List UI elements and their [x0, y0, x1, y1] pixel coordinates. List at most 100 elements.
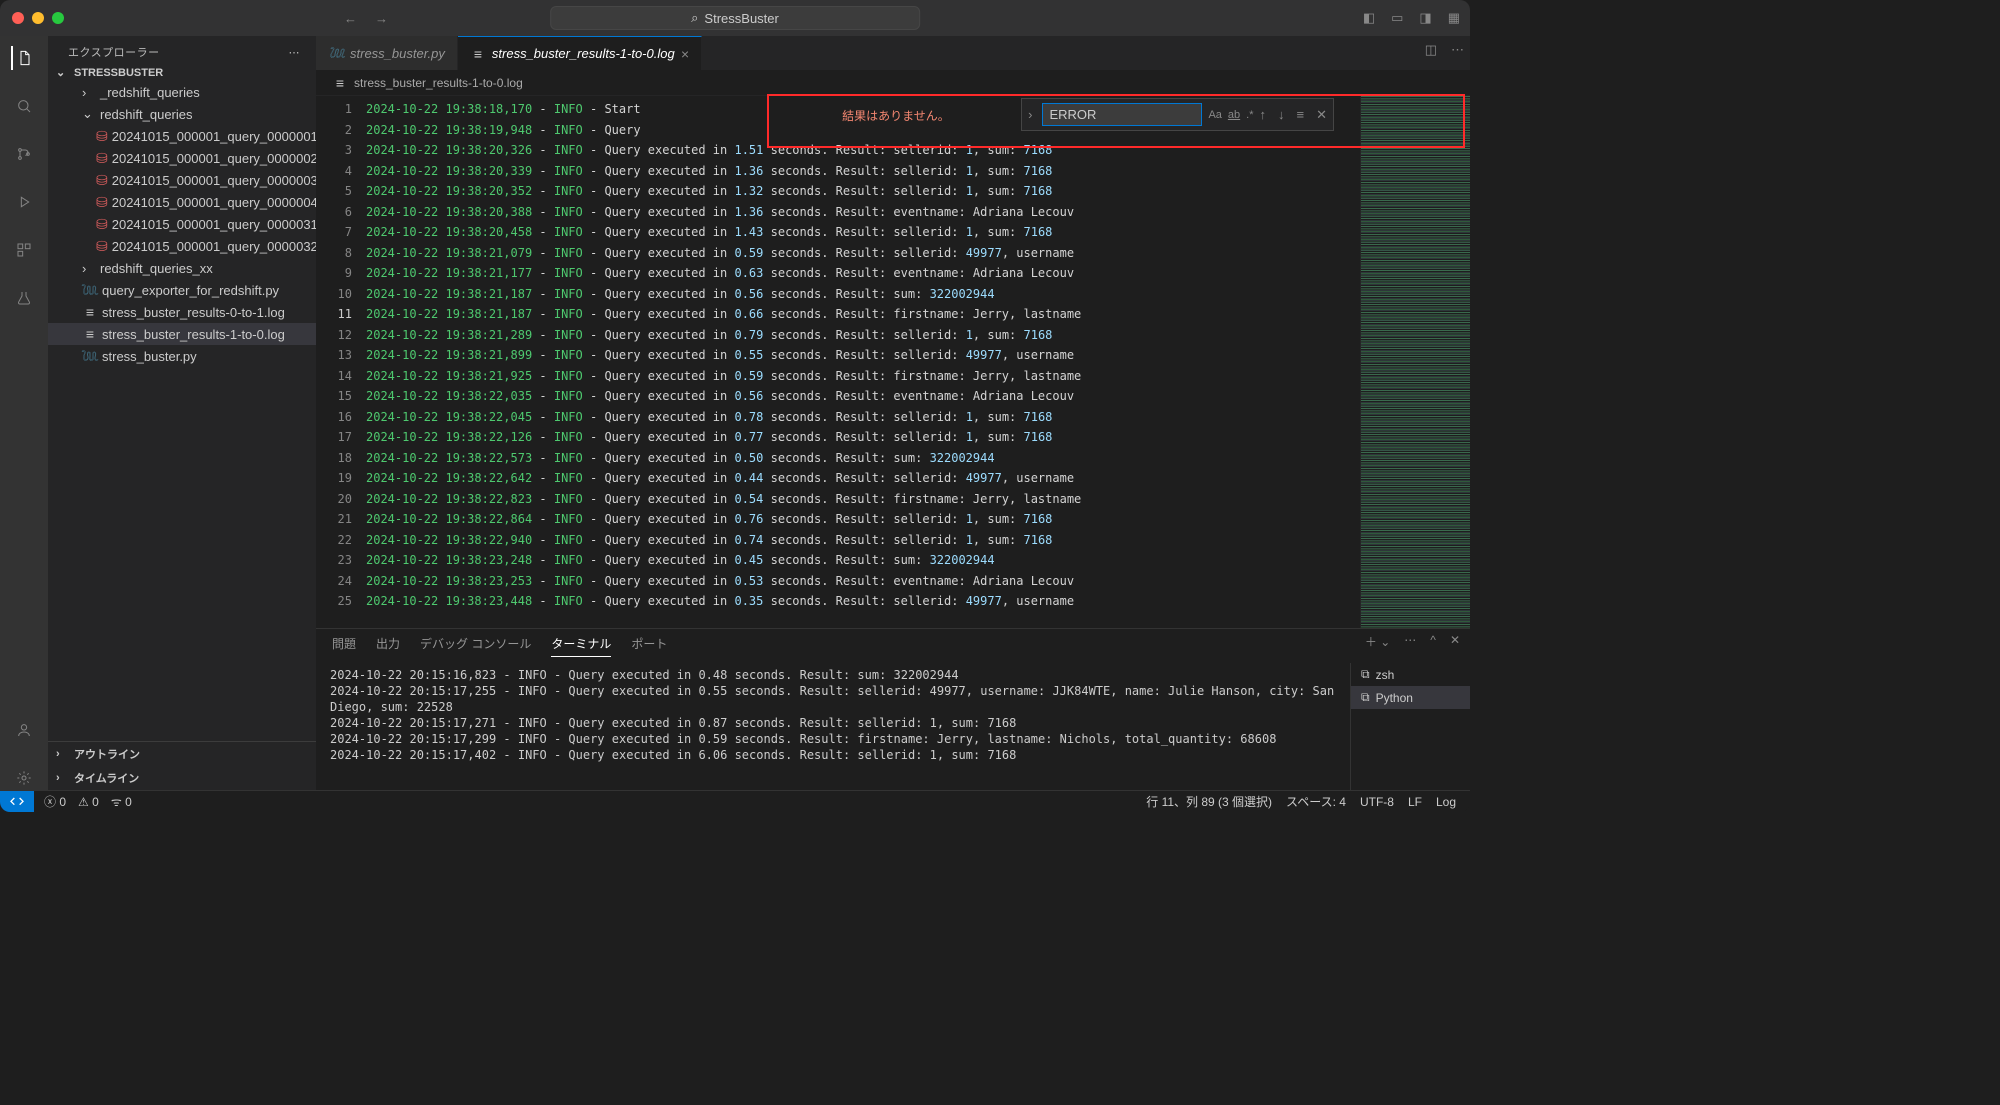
- tree-item-label: 20241015_000001_query_0000004.sql: [112, 195, 316, 210]
- editor-tab[interactable]: 𓆙 stress_buster.py: [316, 36, 458, 70]
- activity-explorer-icon[interactable]: [11, 46, 35, 70]
- activity-account-icon[interactable]: [12, 718, 36, 742]
- status-errors[interactable]: ⓧ 0: [44, 793, 66, 810]
- nav-back-icon[interactable]: ←: [344, 11, 357, 26]
- find-filter-icon[interactable]: ≡: [1297, 107, 1305, 122]
- search-icon: ⌕: [691, 10, 698, 26]
- python-icon: 𓆙: [82, 282, 98, 298]
- editor-tab[interactable]: ≡ stress_buster_results-1-to-0.log ×: [458, 36, 702, 70]
- tab-label: stress_buster.py: [350, 46, 445, 61]
- panel-more-icon[interactable]: ⋯: [1404, 633, 1416, 650]
- status-spaces[interactable]: スペース: 4: [1286, 793, 1346, 810]
- find-expand-icon[interactable]: ›: [1028, 107, 1032, 122]
- regex-icon[interactable]: .*: [1246, 109, 1253, 121]
- tree-item[interactable]: ›_redshift_queries: [48, 81, 316, 103]
- breadcrumb[interactable]: ≡ stress_buster_results-1-to-0.log: [316, 71, 1470, 96]
- tree-item[interactable]: ›redshift_queries_xx: [48, 257, 316, 279]
- tab-label: stress_buster_results-1-to-0.log: [492, 46, 675, 61]
- find-close-icon[interactable]: ✕: [1316, 107, 1327, 123]
- database-icon: ⛁: [96, 172, 108, 188]
- activity-settings-icon[interactable]: [12, 766, 36, 790]
- tree-item[interactable]: ⛁ 20241015_000001_query_0000004.sql: [48, 191, 316, 213]
- window-controls: [12, 12, 64, 24]
- status-ports[interactable]: ᯤ 0: [111, 793, 132, 810]
- match-case-icon[interactable]: Aa: [1208, 109, 1221, 121]
- database-icon: ⛁: [96, 238, 108, 254]
- panel-maximize-icon[interactable]: ^: [1430, 633, 1436, 650]
- tree-item-label: stress_buster.py: [102, 349, 197, 364]
- database-icon: ⛁: [96, 194, 108, 210]
- outline-section[interactable]: ›アウトライン: [48, 742, 316, 766]
- panel-tab-ports[interactable]: ポート: [631, 635, 667, 657]
- tree-item[interactable]: ⛁20241015_000001_query_0000002.sql: [48, 147, 316, 169]
- find-next-icon[interactable]: ↓: [1278, 107, 1285, 122]
- minimize-window[interactable]: [32, 12, 44, 24]
- tree-item[interactable]: ⛁20241015_000001_query_0000032.sql: [48, 235, 316, 257]
- editor-content[interactable]: 2024-10-22 19:38:18,170 - INFO - Start20…: [366, 96, 1360, 628]
- close-tab-icon[interactable]: ×: [681, 46, 689, 62]
- panel-tab-output[interactable]: 出力: [376, 635, 400, 657]
- sidebar-more-icon[interactable]: ⋯: [289, 46, 301, 59]
- remote-button[interactable]: [0, 791, 34, 812]
- tab-more-icon[interactable]: ⋯: [1451, 42, 1464, 58]
- tree-item[interactable]: ⛁ 20241015_000001_query_0000001.sql: [48, 125, 316, 147]
- activity-scm-icon[interactable]: [12, 142, 36, 166]
- close-window[interactable]: [12, 12, 24, 24]
- panel-close-icon[interactable]: ✕: [1450, 633, 1460, 650]
- tree-item[interactable]: 𓆙stress_buster.py: [48, 345, 316, 367]
- timeline-section[interactable]: ›タイムライン: [48, 766, 316, 790]
- nav-forward-icon[interactable]: →: [375, 11, 388, 26]
- status-warnings[interactable]: ⚠ 0: [78, 795, 99, 809]
- layout-customize-icon[interactable]: ▦: [1448, 10, 1460, 26]
- command-center[interactable]: ⌕ StressBuster: [550, 6, 920, 30]
- tree-item-label: query_exporter_for_redshift.py: [102, 283, 279, 298]
- split-editor-icon[interactable]: ◫: [1425, 42, 1437, 58]
- minimap[interactable]: [1360, 96, 1470, 628]
- status-encoding[interactable]: UTF-8: [1360, 795, 1394, 809]
- activity-search-icon[interactable]: [12, 94, 36, 118]
- tree-item[interactable]: ⛁ 20241015_000001_query_0000031.sql: [48, 213, 316, 235]
- tree-item-label: 20241015_000001_query_0000002.sql: [112, 151, 316, 166]
- file-icon: ≡: [470, 46, 486, 62]
- status-position[interactable]: 行 11、列 89 (3 個選択): [1146, 793, 1272, 810]
- terminal-output[interactable]: 2024-10-22 20:15:16,823 - INFO - Query e…: [316, 663, 1350, 790]
- panel-tab-problems[interactable]: 問題: [332, 635, 356, 657]
- database-icon: ⛁: [96, 216, 108, 232]
- sidebar: エクスプローラー ⋯ ⌄ STRESSBUSTER ›_redshift_que…: [48, 36, 316, 790]
- python-icon: 𓆙: [328, 45, 344, 61]
- tree-item[interactable]: ≡stress_buster_results-1-to-0.log: [48, 323, 316, 345]
- activity-debug-icon[interactable]: [12, 190, 36, 214]
- terminal-shell-item[interactable]: ⧉Python: [1351, 686, 1470, 709]
- tree-item[interactable]: ⛁20241015_000001_query_0000003.sql: [48, 169, 316, 191]
- panel-tab-debug[interactable]: デバッグ コンソール: [420, 635, 531, 657]
- layout-secondary-icon[interactable]: ◨: [1419, 10, 1431, 26]
- maximize-window[interactable]: [52, 12, 64, 24]
- layout-primary-icon[interactable]: ◧: [1363, 10, 1375, 26]
- tree-item-label: 20241015_000001_query_0000031.sql: [112, 217, 316, 232]
- find-result-message: 結果はありません。: [842, 107, 950, 124]
- tree-item-label: 20241015_000001_query_0000001.sql: [112, 129, 316, 144]
- database-icon: ⛁: [96, 128, 108, 144]
- sidebar-title: エクスプローラー: [68, 44, 160, 60]
- status-eol[interactable]: LF: [1408, 795, 1422, 809]
- new-terminal-icon[interactable]: ＋ ⌄: [1365, 633, 1390, 650]
- panel-tab-terminal[interactable]: ターミナル: [551, 635, 611, 657]
- status-language[interactable]: Log: [1436, 795, 1456, 809]
- chevron-down-icon: ⌄: [82, 106, 96, 122]
- match-word-icon[interactable]: ab: [1228, 109, 1240, 121]
- activity-extensions-icon[interactable]: [12, 238, 36, 262]
- file-icon: ≡: [82, 326, 98, 342]
- tree-item[interactable]: ≡stress_buster_results-0-to-1.log: [48, 301, 316, 323]
- chevron-down-icon: ⌄: [56, 66, 70, 79]
- folder-header[interactable]: ⌄ STRESSBUSTER: [48, 64, 316, 81]
- file-tree: ›_redshift_queries⌄redshift_queries⛁2024…: [48, 81, 316, 741]
- layout-panel-icon[interactable]: ▭: [1391, 10, 1403, 26]
- find-input[interactable]: [1042, 103, 1202, 126]
- file-icon: ≡: [332, 75, 348, 91]
- tree-item[interactable]: ⌄redshift_queries: [48, 103, 316, 125]
- tree-item-label: stress_buster_results-0-to-1.log: [102, 305, 285, 320]
- activity-testing-icon[interactable]: [12, 286, 36, 310]
- find-prev-icon[interactable]: ↑: [1260, 107, 1267, 122]
- tree-item[interactable]: 𓆙 query_exporter_for_redshift.py: [48, 279, 316, 301]
- terminal-shell-item[interactable]: ⧉zsh: [1351, 663, 1470, 686]
